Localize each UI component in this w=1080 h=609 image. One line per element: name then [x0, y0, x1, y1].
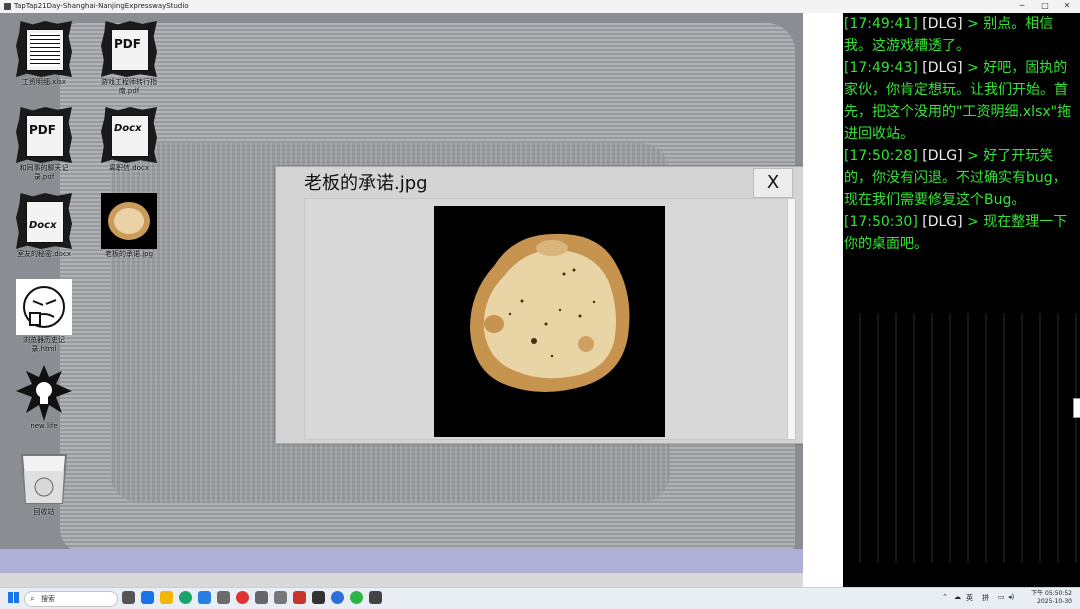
- desktop-icon-browser-history-html[interactable]: 浏览器历史记录.html: [13, 279, 75, 354]
- side-scroll-handle[interactable]: [1073, 398, 1080, 418]
- desktop-icon-boss-promise-jpg[interactable]: 老板的承诺.jpg: [98, 193, 160, 259]
- clock[interactable]: 下午 05:50:52 2025-10-30: [1031, 590, 1072, 606]
- desktop-bottom-band: [0, 549, 803, 573]
- desktop-icon-career-guide-pdf[interactable]: PDF 游戏工程师转行指南.pdf: [98, 21, 160, 96]
- desktop-icon-recycle-bin[interactable]: 回收站: [13, 451, 75, 517]
- image-icon: [101, 193, 157, 249]
- app-icon: [4, 3, 11, 10]
- close-window-button[interactable]: ✕: [1057, 0, 1077, 13]
- pdf-icon: PDF: [16, 107, 72, 163]
- window-title-bar: TapTap21Day-Shanghai-NanjingExpresswaySt…: [0, 0, 1080, 14]
- window-title: TapTap21Day-Shanghai-NanjingExpresswaySt…: [14, 2, 189, 10]
- ime-language[interactable]: 英: [966, 593, 973, 603]
- recycle-bin-icon: [16, 451, 72, 507]
- outlook-icon[interactable]: [141, 591, 154, 604]
- log-background-pattern: [843, 313, 1080, 563]
- edge-icon[interactable]: [179, 591, 192, 604]
- volume-icon[interactable]: ◂): [1008, 593, 1014, 601]
- log-entry: [17:49:41] [DLG] > 别点。相信我。这游戏糟透了。: [844, 16, 1054, 54]
- clock-date: 2025-10-30: [1037, 598, 1072, 605]
- cloud-icon[interactable]: ☁: [954, 593, 961, 601]
- spreadsheet-icon: [16, 21, 72, 77]
- desktop-icon-label: 和同事的聊天记录.pdf: [19, 164, 69, 181]
- start-button[interactable]: [8, 592, 19, 603]
- pdf-icon: PDF: [101, 21, 157, 77]
- system-tray: ⌃ ☁ 英 拼 ▭ ◂) 下午 05:50:52 2025-10-30: [942, 588, 1072, 609]
- task-view-icon[interactable]: [122, 591, 135, 604]
- wechat-icon[interactable]: [350, 591, 363, 604]
- desktop-icon-label: 回收站: [33, 508, 55, 516]
- unity-hub-icon[interactable]: [274, 591, 287, 604]
- search-icon: ⌕: [30, 594, 35, 603]
- desktop-icon-chat-record-pdf[interactable]: PDF 和同事的聊天记录.pdf: [13, 107, 75, 182]
- search-placeholder: 搜索: [41, 595, 55, 603]
- browser-app-icon[interactable]: [331, 591, 344, 604]
- unity-icon[interactable]: [255, 591, 268, 604]
- taskbar-search[interactable]: ⌕ 搜索: [24, 591, 118, 607]
- steam-icon[interactable]: [217, 591, 230, 604]
- taskbar: ⌕ 搜索 ⌃ ☁ 英 拼 ▭ ◂) 下午 05:50:52 2025-10-30: [0, 587, 1080, 609]
- desktop-icon-salary-xlsx[interactable]: 工资明细.xlsx: [13, 21, 75, 87]
- app-icon-red[interactable]: [293, 591, 306, 604]
- dialogue-log-panel: [17:49:41] [DLG] > 别点。相信我。这游戏糟透了。 [17:49…: [843, 13, 1080, 587]
- browser-icon: [16, 279, 72, 335]
- taskbar-apps: [122, 591, 382, 606]
- store-icon[interactable]: [198, 591, 211, 604]
- terminal-icon[interactable]: [312, 591, 325, 604]
- desktop-icon-label: 浏览器历史记录.html: [23, 336, 65, 353]
- clock-time: 下午 05:50:52: [1031, 590, 1072, 597]
- desktop-icon-label: new life: [30, 422, 58, 430]
- panel-divider: [803, 13, 843, 587]
- lightbulb-icon: [16, 365, 72, 421]
- viewer-content-area: [304, 198, 796, 440]
- desktop-icon-label: 游戏工程师转行指南.pdf: [101, 78, 157, 95]
- desktop-icon-label: 工资明细.xlsx: [21, 78, 67, 86]
- network-icon[interactable]: ▭: [998, 593, 1005, 601]
- log-entry: [17:50:28] [DLG] > 好了开玩笑的，你没有闪退。不过确实有bug…: [844, 148, 1067, 208]
- desktop-icon-label: 老板的承诺.jpg: [104, 250, 154, 258]
- desktop-icon-label: 室友的秘密.docx: [17, 250, 71, 258]
- desktop-icon-label: 离职信.docx: [109, 164, 149, 172]
- desktop-icon-new-life[interactable]: new life: [13, 365, 75, 431]
- image-viewer-dialog: 老板的承诺.jpg X: [275, 166, 824, 444]
- minimize-button[interactable]: ─: [1012, 0, 1032, 13]
- desktop-icon-roommate-secret-docx[interactable]: Docx 室友的秘密.docx: [13, 193, 75, 259]
- log-entry: [17:49:43] [DLG] > 好吧，固执的家伙，你肯定想玩。让我们开始。…: [844, 60, 1072, 142]
- game-app-icon[interactable]: [369, 591, 382, 604]
- chevron-up-icon[interactable]: ⌃: [942, 593, 948, 601]
- netease-music-icon[interactable]: [236, 591, 249, 604]
- ime-mode[interactable]: 拼: [982, 593, 989, 603]
- desktop-icon-resignation-docx[interactable]: Docx 离职信.docx: [98, 107, 160, 173]
- viewer-scrollbar[interactable]: [787, 199, 795, 439]
- pancake-image: [434, 206, 665, 437]
- docx-icon: Docx: [101, 107, 157, 163]
- log-entry: [17:50:30] [DLG] > 现在整理一下你的桌面吧。: [844, 214, 1068, 252]
- docx-icon: Docx: [16, 193, 72, 249]
- viewer-close-button[interactable]: X: [753, 168, 793, 198]
- viewer-title: 老板的承诺.jpg: [304, 173, 428, 194]
- maximize-button[interactable]: □: [1035, 0, 1055, 13]
- file-explorer-icon[interactable]: [160, 591, 173, 604]
